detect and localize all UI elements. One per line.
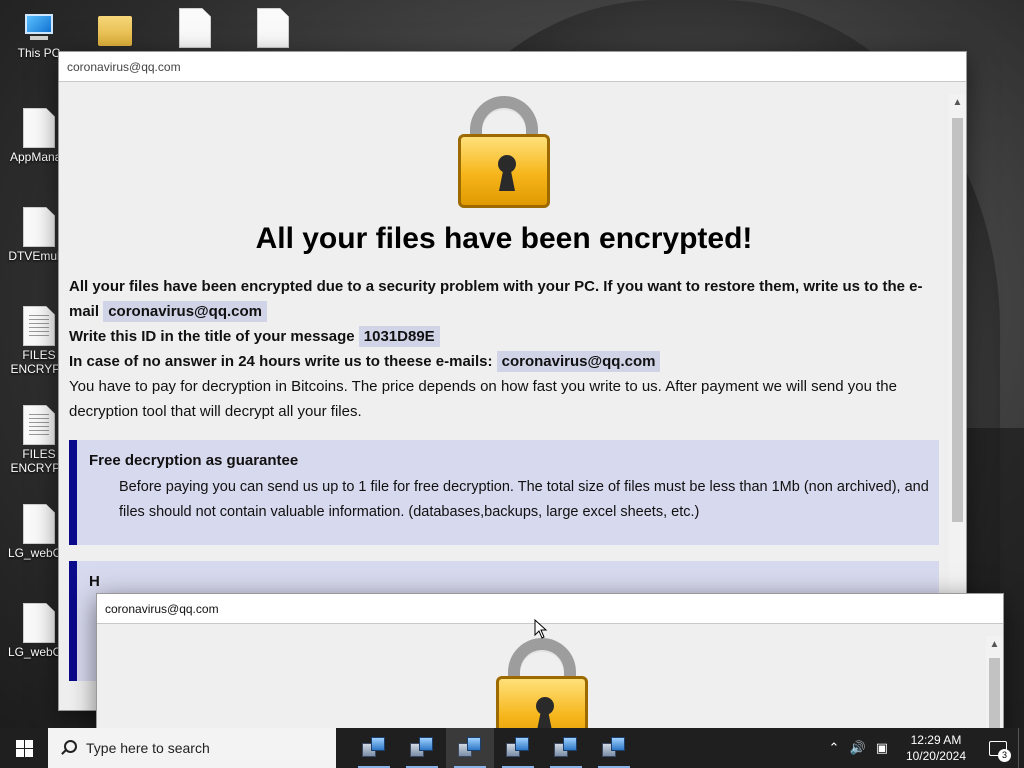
padlock-icon	[494, 638, 590, 734]
scroll-up-icon[interactable]: ▲	[949, 94, 966, 111]
this-pc-icon	[22, 14, 56, 44]
text-file-icon	[23, 306, 55, 346]
clock[interactable]: 12:29 AM 10/20/2024	[894, 732, 978, 764]
taskbar-app-button[interactable]	[350, 728, 398, 768]
note-body: Before paying you can send us up to 1 fi…	[119, 479, 929, 520]
window-title: coronavirus@qq.com	[97, 594, 1003, 624]
window-title: coronavirus@qq.com	[59, 52, 966, 82]
page-title: All your files have been encrypted!	[255, 222, 753, 255]
window-content	[107, 638, 976, 734]
folder-icon	[98, 16, 132, 46]
note-title: H	[89, 573, 100, 590]
scroll-thumb[interactable]	[952, 118, 963, 522]
message-line-4: You have to pay for decryption in Bitcoi…	[69, 378, 897, 420]
message-body: All your files have been encrypted due t…	[69, 274, 939, 424]
clock-date: 10/20/2024	[905, 749, 966, 763]
file-icon	[23, 108, 55, 148]
message-line-2: Write this ID in the title of your messa…	[69, 328, 355, 345]
notification-center-button[interactable]: 3	[978, 728, 1018, 768]
taskbar-search[interactable]: Type here to search	[48, 728, 336, 768]
volume-icon[interactable]: 🔊	[846, 740, 870, 756]
file-icon	[179, 8, 211, 48]
app-window-icon	[554, 737, 578, 759]
app-window-icon	[410, 737, 434, 759]
taskbar-app-button[interactable]	[398, 728, 446, 768]
contact-email: coronavirus@qq.com	[103, 301, 268, 322]
text-file-icon	[23, 405, 55, 445]
taskbar: Type here to search ⌃ 🔊 ▣ 12:29 AM 10/20…	[0, 728, 1024, 768]
windows-logo-icon	[15, 739, 33, 757]
scroll-thumb[interactable]	[989, 658, 1000, 738]
app-window-icon	[506, 737, 530, 759]
network-icon[interactable]: ▣	[870, 740, 894, 756]
taskbar-apps	[350, 728, 638, 768]
desktop-icon-file[interactable]	[238, 8, 308, 50]
app-window-icon	[602, 737, 626, 759]
chevron-up-icon[interactable]: ⌃	[822, 740, 846, 756]
file-icon	[23, 504, 55, 544]
note-title: Free decryption as guarantee	[89, 452, 299, 469]
search-placeholder: Type here to search	[86, 740, 210, 756]
clock-time: 12:29 AM	[910, 733, 962, 747]
file-icon	[23, 207, 55, 247]
scroll-up-icon[interactable]: ▲	[986, 636, 1003, 653]
desktop-icon-folder[interactable]	[80, 10, 150, 48]
note-free-decryption: Free decryption as guarantee Before payi…	[69, 440, 939, 545]
start-button[interactable]	[0, 728, 48, 768]
scrollbar[interactable]: ▲	[986, 636, 1003, 738]
system-tray: ⌃ 🔊 ▣ 12:29 AM 10/20/2024 3	[822, 728, 1024, 768]
app-window-icon	[362, 737, 386, 759]
taskbar-app-button[interactable]	[446, 728, 494, 768]
app-window-icon	[458, 737, 482, 759]
notification-count: 3	[998, 749, 1011, 762]
contact-email-2: coronavirus@qq.com	[496, 351, 661, 372]
victim-id: 1031D89E	[358, 326, 440, 347]
search-icon	[60, 740, 77, 756]
file-icon	[23, 603, 55, 643]
file-icon	[257, 8, 289, 48]
ransom-window-second[interactable]: coronavirus@qq.com ▲	[96, 593, 1004, 738]
taskbar-app-button[interactable]	[494, 728, 542, 768]
mouse-cursor-icon	[534, 619, 548, 639]
desktop-icon-file[interactable]	[160, 8, 230, 50]
message-line-3: In case of no answer in 24 hours write u…	[69, 353, 493, 370]
show-desktop-button[interactable]	[1018, 728, 1024, 768]
taskbar-app-button[interactable]	[590, 728, 638, 768]
taskbar-app-button[interactable]	[542, 728, 590, 768]
padlock-icon	[456, 96, 552, 212]
